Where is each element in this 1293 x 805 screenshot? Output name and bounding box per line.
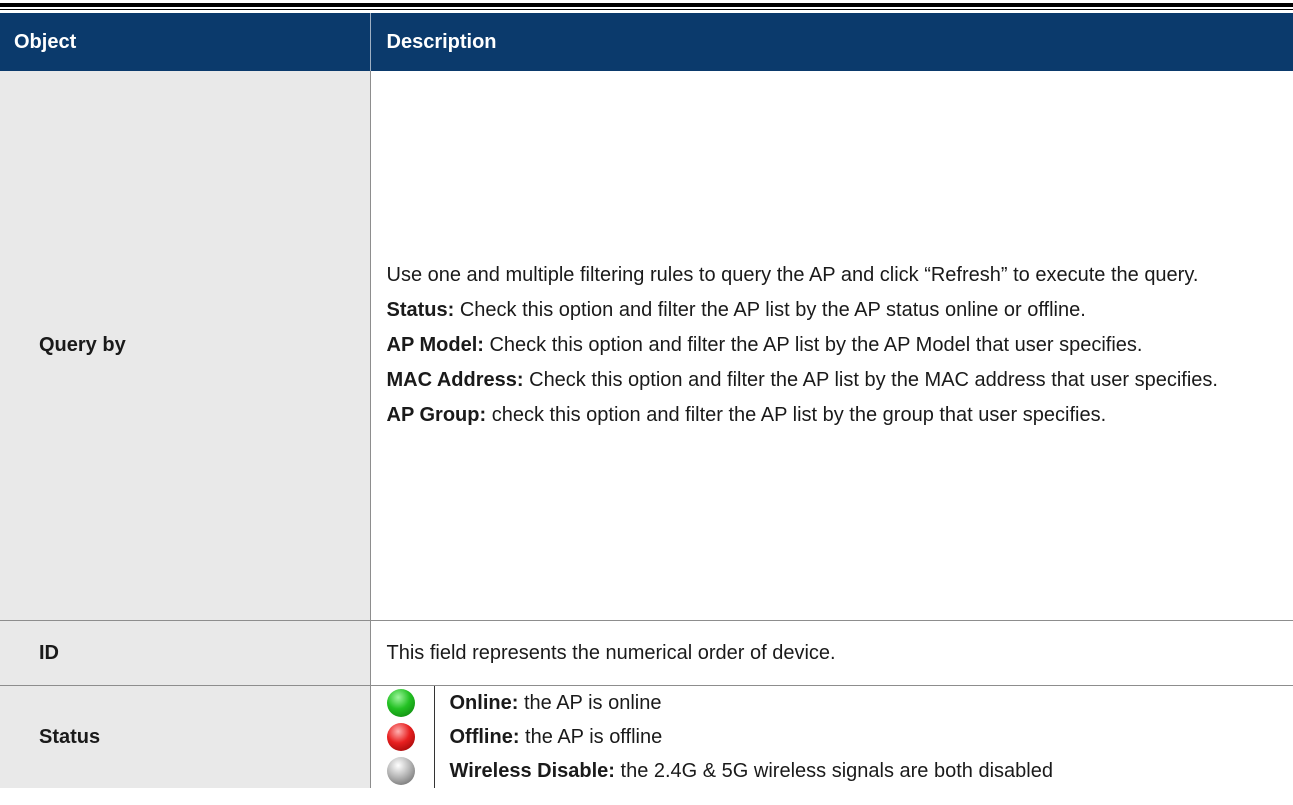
query-item-text: Check this option and filter the AP list… — [523, 369, 1218, 391]
table-header-row: Object Description — [0, 13, 1293, 71]
status-wireless-disable: Wireless Disable: the 2.4G & 5G wireless… — [450, 760, 1284, 783]
object-query-by: Query by — [0, 71, 371, 621]
query-item-ap-model: AP Model: Check this option and filter t… — [387, 328, 1284, 363]
status-label: Online: — [449, 691, 519, 714]
object-id: ID — [0, 620, 371, 686]
status-offline: Offline: the AP is offline — [450, 726, 1284, 749]
query-intro: Use one and multiple filtering rules to … — [386, 264, 1199, 286]
query-item-label: AP Model: — [386, 334, 484, 356]
grey-status-icon — [386, 757, 415, 785]
query-item-ap-group: AP Group: check this option and filter t… — [387, 398, 1284, 433]
query-item-text: Check this option and filter the AP list… — [483, 334, 1143, 356]
object-status: Status — [0, 685, 371, 788]
table-row: ID This field represents the numerical o… — [0, 620, 1293, 686]
status-text: the AP is offline — [519, 725, 663, 748]
status-text: the AP is online — [518, 691, 662, 714]
query-item-label: MAC Address: — [386, 369, 524, 391]
status-text-column: Online: the AP is online Offline: the AP… — [435, 686, 1284, 788]
object-description-table: Object Description Query by Use one and … — [0, 13, 1293, 788]
status-label: Offline: — [449, 725, 520, 748]
green-status-icon — [386, 689, 415, 717]
description-query-by: Use one and multiple filtering rules to … — [370, 71, 1293, 621]
description-status: Online: the AP is online Offline: the AP… — [370, 685, 1293, 788]
red-status-icon — [386, 723, 415, 751]
header-description: Description — [370, 13, 1293, 71]
description-id: This field represents the numerical orde… — [370, 620, 1293, 686]
top-rule — [0, 3, 1293, 7]
status-online: Online: the AP is online — [450, 692, 1284, 715]
query-item-label: AP Group: — [386, 404, 487, 426]
query-item-label: Status: — [386, 299, 455, 321]
query-item-text: check this option and filter the AP list… — [486, 404, 1107, 426]
status-icons-column — [386, 686, 435, 788]
query-item-status: Status: Check this option and filter the… — [387, 293, 1284, 328]
header-object: Object — [0, 13, 371, 71]
query-item-mac-address: MAC Address: Check this option and filte… — [387, 363, 1284, 398]
query-item-text: Check this option and filter the AP list… — [454, 299, 1086, 321]
table-row: Query by Use one and multiple filtering … — [0, 71, 1293, 621]
table-row: Status Online: the AP is online Offline:… — [0, 685, 1293, 788]
status-label: Wireless Disable: — [449, 759, 615, 782]
top-rule-thin — [0, 9, 1293, 10]
status-text: the 2.4G & 5G wireless signals are both … — [614, 759, 1053, 782]
